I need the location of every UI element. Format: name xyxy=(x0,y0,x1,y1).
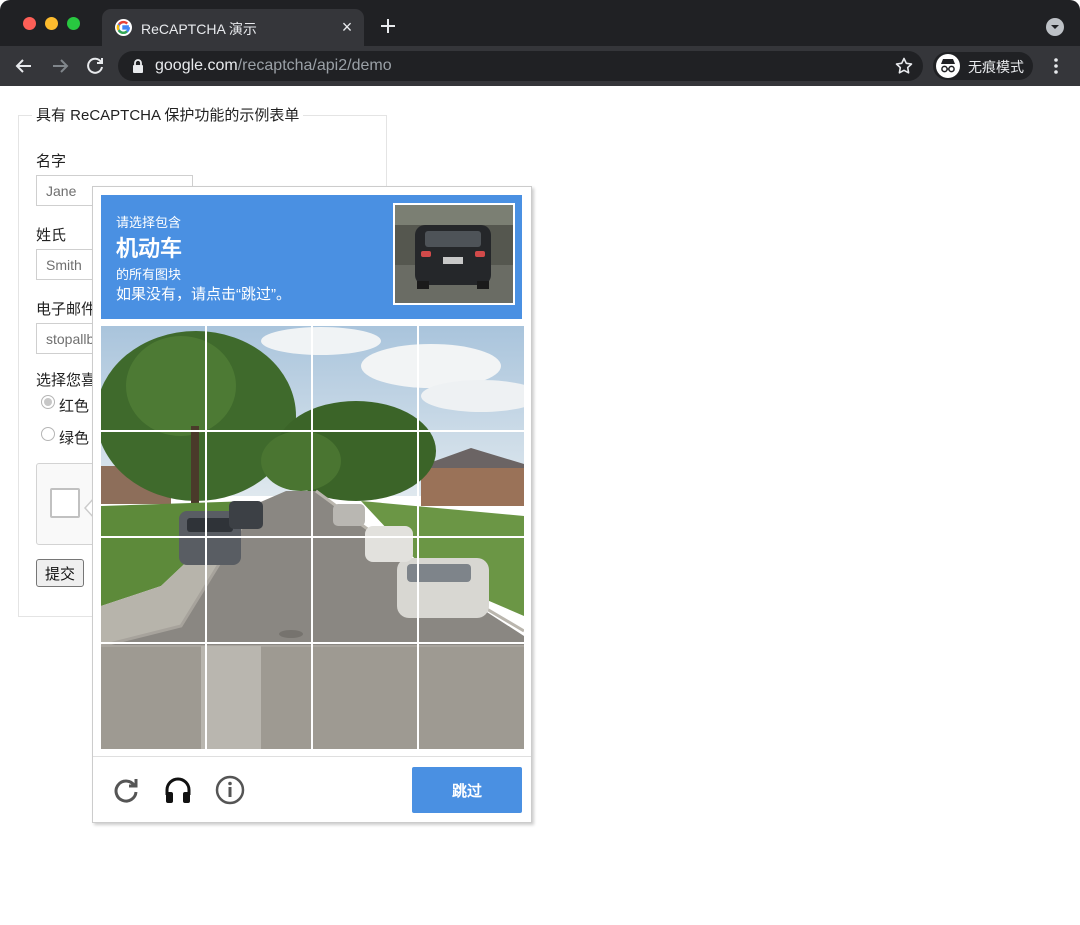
first-name-label: 名字 xyxy=(36,153,67,170)
image-tile-15[interactable] xyxy=(313,644,417,748)
challenge-header: 请选择包含 机动车 的所有图块 如果没有，请点击“跳过”。 xyxy=(101,195,522,319)
back-arrow-icon[interactable] xyxy=(13,55,35,77)
image-tile-3[interactable] xyxy=(313,326,417,430)
last-name-label: 姓氏 xyxy=(36,227,67,244)
sample-car-image xyxy=(393,203,515,305)
url-host: google.com xyxy=(155,57,238,74)
email-label: 电子邮件 xyxy=(36,301,97,318)
incognito-label: 无痕模式 xyxy=(968,59,1024,75)
reload-icon[interactable] xyxy=(111,775,141,805)
forward-arrow-icon[interactable] xyxy=(49,55,71,77)
reload-page-icon[interactable] xyxy=(84,55,106,77)
skip-button[interactable]: 跳过 xyxy=(412,767,522,813)
google-favicon-icon xyxy=(115,19,132,36)
footer-divider xyxy=(93,756,531,757)
url-path: /recaptcha/api2/demo xyxy=(237,57,392,74)
browser-tab-bar: ReCAPTCHA 演示 × xyxy=(0,0,1080,46)
image-tile-14[interactable] xyxy=(207,644,311,748)
radio-red[interactable] xyxy=(41,395,55,409)
image-tile-2[interactable] xyxy=(207,326,311,430)
image-tile-7[interactable] xyxy=(313,432,417,536)
maximize-window-button[interactable] xyxy=(67,17,80,30)
image-tile-10[interactable] xyxy=(207,538,311,642)
image-tile-8[interactable] xyxy=(419,432,523,536)
radio-green[interactable] xyxy=(41,427,55,441)
minimize-window-button[interactable] xyxy=(45,17,58,30)
tab-recaptcha-demo[interactable]: ReCAPTCHA 演示 × xyxy=(102,9,364,46)
bookmark-star-icon[interactable] xyxy=(894,56,914,76)
browser-toolbar: google.com/recaptcha/api2/demo 无痕模式 xyxy=(0,46,1080,86)
url-text: google.com/recaptcha/api2/demo xyxy=(155,57,392,75)
tab-title: ReCAPTCHA 演示 xyxy=(141,21,257,37)
info-icon[interactable] xyxy=(215,775,245,805)
recaptcha-checkbox[interactable] xyxy=(50,488,80,518)
tab-search-icon[interactable] xyxy=(1046,18,1064,36)
image-tile-11[interactable] xyxy=(313,538,417,642)
radio-green-label: 绿色 xyxy=(59,430,90,447)
incognito-indicator[interactable]: 无痕模式 xyxy=(933,52,1033,80)
radio-red-label: 红色 xyxy=(59,398,90,415)
image-tile-4[interactable] xyxy=(419,326,523,430)
address-bar[interactable]: google.com/recaptcha/api2/demo xyxy=(118,51,923,81)
instruction-line1: 请选择包含 xyxy=(116,215,182,230)
lock-icon xyxy=(132,59,144,73)
new-tab-icon[interactable] xyxy=(376,14,400,38)
headphones-icon[interactable] xyxy=(163,775,193,805)
submit-button[interactable]: 提交 xyxy=(36,559,84,587)
image-tile-9[interactable] xyxy=(101,538,205,642)
instruction-line2: 的所有图块 xyxy=(116,267,182,282)
image-tile-grid xyxy=(101,326,524,749)
more-options-icon[interactable] xyxy=(1046,56,1066,76)
form-legend: 具有 ReCAPTCHA 保护功能的示例表单 xyxy=(32,104,304,125)
image-tile-5[interactable] xyxy=(101,432,205,536)
tab-close-icon[interactable]: × xyxy=(337,17,357,37)
image-tile-6[interactable] xyxy=(207,432,311,536)
instruction-keyword: 机动车 xyxy=(116,236,183,261)
image-tile-12[interactable] xyxy=(419,538,523,642)
recaptcha-challenge: 请选择包含 机动车 的所有图块 如果没有，请点击“跳过”。 跳过 xyxy=(92,186,532,823)
instruction-line3: 如果没有，请点击“跳过”。 xyxy=(116,286,291,303)
image-tile-13[interactable] xyxy=(101,644,205,748)
close-window-button[interactable] xyxy=(23,17,36,30)
image-tile-16[interactable] xyxy=(419,644,523,748)
image-tile-1[interactable] xyxy=(101,326,205,430)
incognito-icon xyxy=(936,54,960,78)
